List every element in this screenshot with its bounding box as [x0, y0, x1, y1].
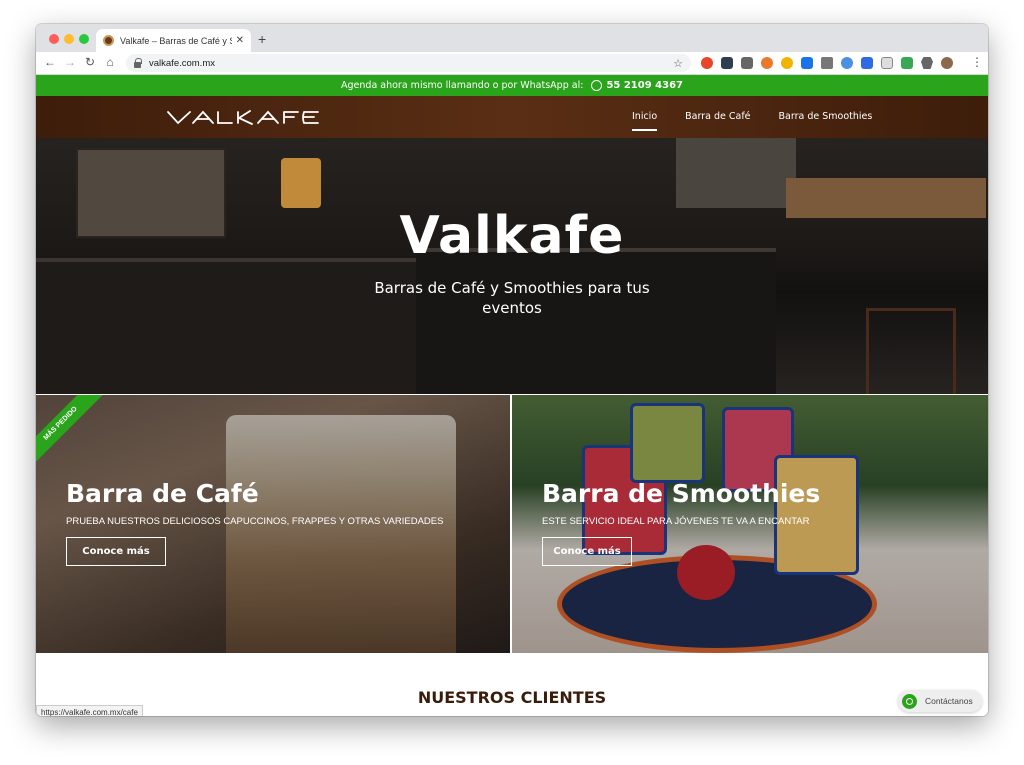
lock-icon [134, 57, 142, 68]
puzzle-icon[interactable] [921, 57, 933, 69]
hero-section: Valkafe Barras de Café y Smoothies para … [36, 138, 988, 394]
coffee-machine-image [676, 138, 796, 208]
extension-icon[interactable] [861, 57, 873, 69]
hero-title: Valkafe [399, 206, 625, 266]
card-barra-smoothies[interactable]: Barra de Smoothies ESTE SERVICIO IDEAL P… [512, 395, 988, 653]
url-text: valkafe.com.mx [149, 57, 215, 69]
extension-icon[interactable] [881, 57, 893, 69]
tab-title: Valkafe – Barras de Café y Smo [120, 35, 232, 46]
bar-counter-image [36, 258, 416, 394]
contact-whatsapp-button[interactable]: Contáctanos [898, 690, 982, 712]
conoce-mas-button[interactable]: Conoce más [542, 537, 632, 566]
service-cards: MÁS PEDIDO Barra de Café PRUEBA NUESTROS… [36, 395, 988, 653]
card-title: Barra de Smoothies [542, 479, 821, 508]
nav-link-inicio[interactable]: Inicio [618, 96, 671, 138]
card-barra-cafe[interactable]: MÁS PEDIDO Barra de Café PRUEBA NUESTROS… [36, 395, 512, 653]
clients-heading: NUESTROS CLIENTES [417, 688, 607, 707]
card-description: PRUEBA NUESTROS DELICIOSOS CAPUCCINOS, F… [66, 516, 444, 527]
extension-icon[interactable] [901, 57, 913, 69]
extension-icon[interactable] [701, 57, 713, 69]
browser-menu-icon[interactable]: ⋮ [971, 55, 983, 69]
site-nav: Inicio Barra de Café Barra de Smoothies [36, 96, 988, 138]
chair-image [866, 308, 956, 394]
maximize-window-icon[interactable] [79, 34, 89, 44]
address-bar[interactable]: valkafe.com.mx ☆ [126, 54, 691, 72]
conoce-mas-button[interactable]: Conoce más [66, 537, 166, 566]
extension-icon[interactable] [761, 57, 773, 69]
announce-bar: Agenda ahora mismo llamando o por WhatsA… [36, 75, 988, 96]
whatsapp-icon [591, 80, 603, 91]
close-window-icon[interactable] [49, 34, 59, 44]
phone-number[interactable]: 55 2109 4367 [606, 80, 683, 91]
whatsapp-icon [902, 693, 917, 709]
camera-icon[interactable] [821, 57, 833, 69]
card-title: Barra de Café [66, 479, 259, 508]
browser-window: Valkafe – Barras de Café y Smo ✕ + ← → ↻… [36, 24, 988, 716]
nav-links: Inicio Barra de Café Barra de Smoothies [618, 96, 886, 138]
valkafe-logo[interactable] [166, 106, 321, 128]
extension-icon[interactable] [721, 57, 733, 69]
hero-subtitle: Barras de Café y Smoothies para tus even… [374, 279, 650, 317]
nav-link-barra-smoothies[interactable]: Barra de Smoothies [765, 96, 887, 138]
contact-label: Contáctanos [925, 696, 973, 706]
favicon-icon [103, 35, 114, 46]
extension-icon[interactable] [781, 57, 793, 69]
extension-icon[interactable] [841, 57, 853, 69]
tab-strip: Valkafe – Barras de Café y Smo ✕ + [36, 24, 988, 52]
bar-counter-image [416, 248, 776, 394]
new-tab-icon[interactable]: + [258, 31, 266, 47]
minimize-window-icon[interactable] [64, 34, 74, 44]
tab-close-icon[interactable]: ✕ [236, 35, 244, 46]
nav-link-barra-cafe[interactable]: Barra de Café [671, 96, 764, 138]
extension-icon[interactable] [801, 57, 813, 69]
announce-text: Agenda ahora mismo llamando o por WhatsA… [341, 80, 584, 91]
extension-icon[interactable] [741, 57, 753, 69]
home-icon[interactable]: ⌂ [102, 55, 118, 69]
browser-tab[interactable]: Valkafe – Barras de Café y Smo ✕ [96, 29, 251, 52]
status-bar-url: https://valkafe.com.mx/cafe [36, 705, 143, 716]
forward-icon[interactable]: → [62, 55, 78, 69]
browser-toolbar: ← → ↻ ⌂ valkafe.com.mx ☆ ⋮ [36, 52, 988, 75]
back-icon[interactable]: ← [42, 55, 58, 69]
bookmark-star-icon[interactable]: ☆ [673, 57, 683, 70]
grinder-image [281, 158, 321, 208]
card-description: ESTE SERVICIO IDEAL PARA JÓVENES TE VA A… [542, 516, 810, 527]
reload-icon[interactable]: ↻ [82, 55, 98, 69]
web-page: Agenda ahora mismo llamando o por WhatsA… [36, 75, 988, 716]
avatar[interactable] [941, 57, 953, 69]
